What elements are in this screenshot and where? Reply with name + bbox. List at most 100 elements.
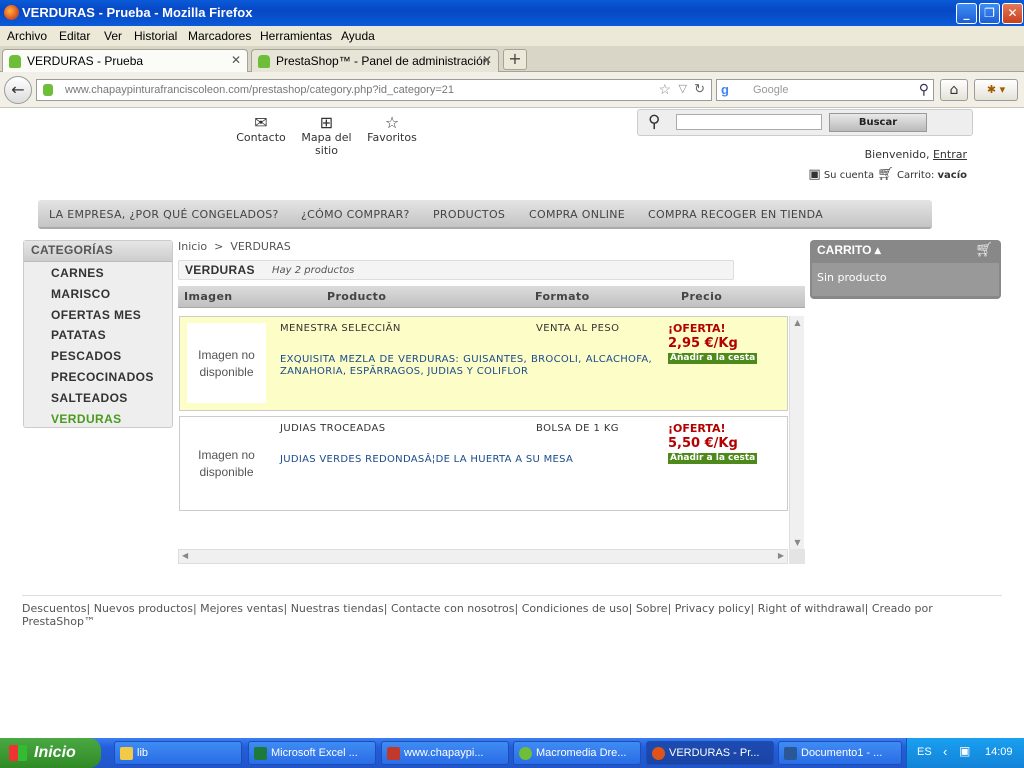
restore-button[interactable]: ❐: [979, 3, 1000, 24]
task-dreamweaver[interactable]: Macromedia Dre...: [513, 741, 641, 765]
task-word[interactable]: Documento1 - ...: [778, 741, 902, 765]
new-tab-button[interactable]: +: [503, 49, 527, 70]
category-precocinados[interactable]: PRECOCINADOS: [51, 370, 172, 391]
product-image-placeholder[interactable]: Imagen no disponible: [187, 423, 266, 503]
product-name[interactable]: JUDIAS TROCEADAS: [280, 423, 385, 434]
menu-marcadores[interactable]: Marcadores: [188, 29, 251, 43]
add-to-cart-button[interactable]: Añadir a la cesta: [668, 353, 758, 364]
account-link[interactable]: Su cuenta: [824, 170, 874, 181]
network-icon[interactable]: ▣: [959, 744, 970, 758]
account-icon: ▣: [808, 167, 821, 182]
cart-title[interactable]: CARRITO ▴: [817, 243, 881, 257]
url-bar[interactable]: www.chapaypinturafranciscoleon.com/prest…: [36, 79, 712, 101]
category-salteados[interactable]: SALTEADOS: [51, 391, 172, 412]
footer-contacte[interactable]: Contacte con nosotros: [391, 602, 515, 615]
task-firefox[interactable]: VERDURAS - Pr...: [646, 741, 774, 765]
menu-herramientas[interactable]: Herramientas: [260, 29, 332, 43]
contact-link[interactable]: ✉ Contacto: [233, 113, 289, 144]
sitemap-link[interactable]: ⊞ Mapa del sitio: [298, 113, 355, 157]
welcome-block: Bienvenido, Entrar: [865, 148, 967, 161]
shop-search-input[interactable]: [676, 114, 822, 130]
category-patatas[interactable]: PATATAS: [51, 328, 172, 349]
topmenu-compra-online[interactable]: COMPRA ONLINE: [529, 208, 625, 221]
footer-nuevos-productos[interactable]: Nuevos productos: [94, 602, 193, 615]
tab-close-icon[interactable]: ✕: [482, 53, 492, 67]
mail-icon: ✉: [254, 113, 268, 132]
language-indicator[interactable]: ES: [917, 746, 932, 758]
product-image-placeholder[interactable]: Imagen no disponible: [187, 323, 266, 403]
history-dropdown-icon[interactable]: ▽: [679, 82, 687, 95]
task-label: VERDURAS - Pr...: [669, 747, 760, 759]
menu-ayuda[interactable]: Ayuda: [341, 29, 375, 43]
footer-links: Descuentos| Nuevos productos| Mejores ve…: [22, 595, 1002, 628]
product-format: BOLSA DE 1 KG: [536, 423, 619, 434]
bookmark-star-icon[interactable]: ☆: [658, 81, 671, 98]
tray-arrow-icon[interactable]: ‹: [943, 744, 947, 759]
tab-prestashop-admin[interactable]: PrestaShop™ - Panel de administración ✕: [251, 49, 499, 72]
search-icon[interactable]: ⚲: [919, 81, 929, 98]
category-pescados[interactable]: PESCADOS: [51, 349, 172, 370]
footer-descuentos[interactable]: Descuentos: [22, 602, 87, 615]
cart-value: vacío: [937, 170, 968, 181]
minimize-button[interactable]: _: [956, 3, 977, 24]
menu-archivo[interactable]: Archivo: [7, 29, 47, 43]
welcome-text: Bienvenido,: [864, 148, 930, 161]
topmenu-como-comprar[interactable]: ¿CÓMO COMPRAR?: [301, 208, 410, 221]
favorites-link[interactable]: ☆ Favoritos: [363, 113, 421, 144]
addon-button[interactable]: ✱ ▾: [974, 79, 1018, 101]
cart-icon: 🛒︎: [975, 242, 993, 258]
web-search-box[interactable]: g Google ⚲: [716, 79, 934, 101]
tab-verduras[interactable]: VERDURAS - Prueba ✕: [2, 49, 248, 72]
footer-withdrawal[interactable]: Right of withdrawal: [758, 602, 865, 615]
scroll-down-icon[interactable]: ▼: [792, 538, 803, 547]
task-filezilla[interactable]: www.chapaypi...: [381, 741, 509, 765]
home-button[interactable]: ⌂: [940, 79, 968, 101]
task-excel[interactable]: Microsoft Excel ...: [248, 741, 376, 765]
scroll-left-icon[interactable]: ◀: [182, 551, 188, 560]
breadcrumb-home[interactable]: Inicio: [178, 240, 207, 253]
task-lib[interactable]: lib: [114, 741, 242, 765]
breadcrumb: Inicio > VERDURAS: [178, 240, 291, 253]
start-button[interactable]: Inicio: [0, 738, 101, 768]
clock[interactable]: 14:09: [985, 746, 1013, 758]
home-icon: ⌂: [949, 82, 959, 98]
back-arrow-icon: ←: [11, 80, 25, 99]
topmenu-recoger-tienda[interactable]: COMPRA RECOGER EN TIENDA: [648, 208, 823, 221]
reload-icon[interactable]: ↻: [694, 81, 705, 97]
login-link[interactable]: Entrar: [933, 148, 967, 161]
category-marisco[interactable]: MARISCO: [51, 287, 172, 308]
product-description: EXQUISITA MEZLA DE VERDURAS: GUISANTES, …: [280, 354, 652, 377]
add-to-cart-button[interactable]: Añadir a la cesta: [668, 453, 758, 464]
footer-mejores-ventas[interactable]: Mejores ventas: [200, 602, 283, 615]
offer-badge: ¡OFERTA!: [668, 422, 726, 435]
topmenu-productos[interactable]: PRODUCTOS: [433, 208, 505, 221]
menu-editar[interactable]: Editar: [59, 29, 90, 43]
product-list-horizontal-scrollbar[interactable]: ◀ ▶: [178, 549, 788, 564]
footer-condiciones[interactable]: Condiciones de uso: [522, 602, 629, 615]
category-ofertas-mes[interactable]: OFERTAS MES: [51, 308, 172, 329]
sitemap-label: Mapa del sitio: [301, 131, 352, 157]
buscar-button[interactable]: Buscar: [829, 113, 927, 132]
category-carnes[interactable]: CARNES: [51, 266, 172, 287]
menu-historial[interactable]: Historial: [134, 29, 177, 43]
cart-title-text: CARRITO: [817, 243, 872, 257]
scroll-up-icon[interactable]: ▲: [792, 318, 803, 327]
folder-icon: [120, 747, 133, 760]
product-price: 5,50 €/Kg: [668, 436, 738, 451]
product-list-vertical-scrollbar[interactable]: ▲ ▼: [789, 316, 804, 549]
product-name[interactable]: MENESTRA SELECCIĂN: [280, 323, 401, 334]
back-button[interactable]: ←: [4, 76, 32, 104]
tab-close-icon[interactable]: ✕: [231, 53, 241, 67]
google-icon[interactable]: g: [721, 82, 729, 97]
topmenu-empresa[interactable]: LA EMPRESA, ¿POR QUÉ CONGELADOS?: [49, 208, 279, 221]
close-window-button[interactable]: ✕: [1002, 3, 1023, 24]
footer-privacy[interactable]: Privacy policy: [675, 602, 751, 615]
cart-label[interactable]: Carrito:: [897, 170, 934, 181]
scroll-right-icon[interactable]: ▶: [778, 551, 784, 560]
window-title-bar: VERDURAS - Prueba - Mozilla Firefox _ ❐ …: [0, 0, 1024, 26]
tab-label: PrestaShop™ - Panel de administración: [276, 54, 490, 68]
footer-sobre[interactable]: Sobre: [636, 602, 668, 615]
category-verduras[interactable]: VERDURAS: [51, 412, 172, 433]
footer-nuestras-tiendas[interactable]: Nuestras tiendas: [291, 602, 384, 615]
menu-ver[interactable]: Ver: [104, 29, 122, 43]
